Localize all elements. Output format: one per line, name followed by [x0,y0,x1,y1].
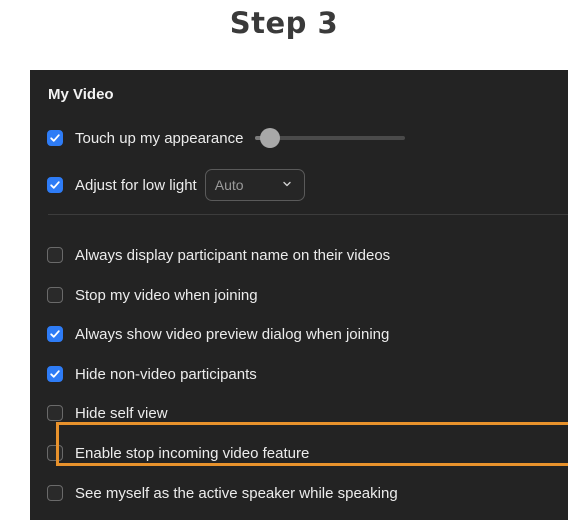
option-label: Hide self view [75,404,168,422]
low-light-label: Adjust for low light [75,176,197,194]
option-checkbox[interactable] [47,405,63,421]
option-checkbox[interactable] [47,366,63,382]
option-label: Hide non-video participants [75,365,257,383]
option-label: Stop my video when joining [75,286,258,304]
touch-up-slider[interactable] [255,127,406,149]
option-label: Always display participant name on their… [75,246,391,264]
touch-up-label: Touch up my appearance [75,129,244,147]
video-settings-panel: My Video Touch up my appearance Adjust f… [30,70,568,520]
option-row: Always display participant name on their… [47,242,390,268]
option-row: Hide non-video participants [47,361,257,387]
option-checkbox[interactable] [47,247,63,263]
low-light-select[interactable]: Auto [204,169,305,201]
slider-thumb[interactable] [260,128,281,148]
option-row: See myself as the active speaker while s… [47,480,398,506]
section-divider [48,214,568,215]
page: Step 3 My Video Touch up my appearance A… [0,0,568,520]
low-light-select-value: Auto [214,177,244,193]
checkmark-icon [50,181,60,189]
step-title: Step 3 [229,6,339,40]
option-checkbox[interactable] [47,326,63,342]
checkmark-icon [50,370,60,378]
highlight-box [56,422,568,466]
option-row: Stop my video when joining [47,282,258,308]
checkmark-icon [50,134,60,142]
chevron-down-icon [283,181,291,187]
option-checkbox[interactable] [47,287,63,303]
option-row: Always show video preview dialog when jo… [47,321,389,347]
touch-up-row: Touch up my appearance [47,125,406,151]
option-label: Always show video preview dialog when jo… [75,325,390,343]
option-label: See myself as the active speaker while s… [75,484,398,502]
option-checkbox[interactable] [47,485,63,501]
checkmark-icon [50,330,60,338]
low-light-row: Adjust for low light Auto [47,168,305,202]
touch-up-checkbox[interactable] [47,130,63,146]
section-heading: My Video [48,86,114,103]
low-light-checkbox[interactable] [47,177,63,193]
